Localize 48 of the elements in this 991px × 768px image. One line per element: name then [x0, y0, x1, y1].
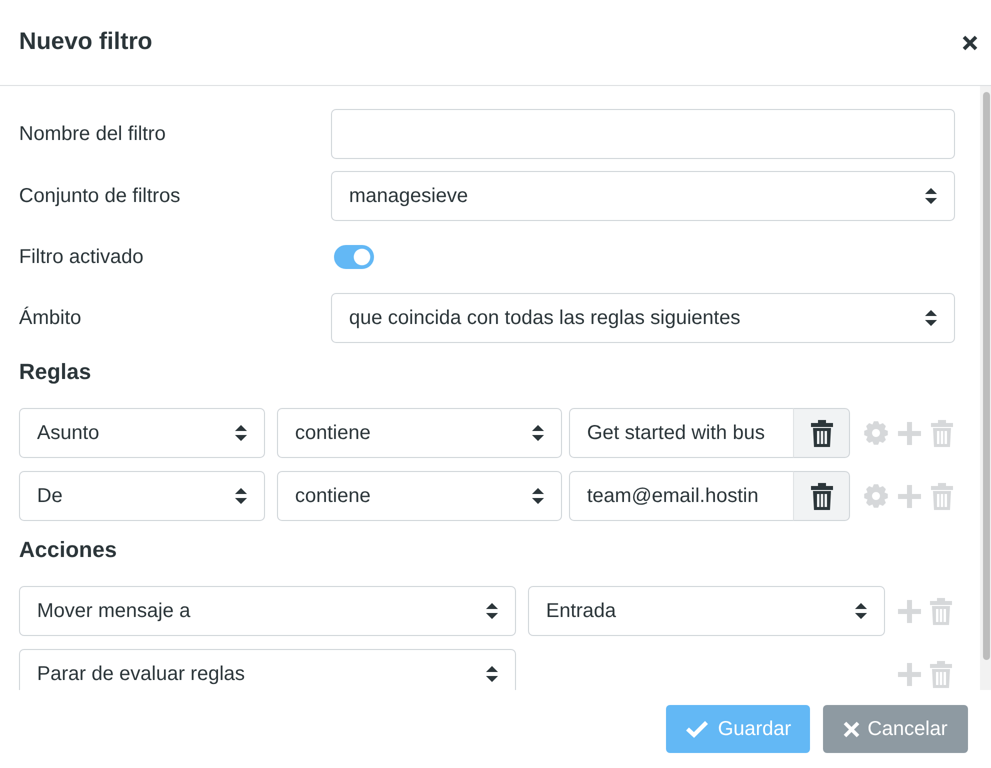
check-icon	[684, 720, 709, 738]
trash-icon[interactable]	[930, 598, 952, 624]
dropdown[interactable]: Parar de evaluar reglas	[19, 649, 516, 690]
sort-icon	[532, 488, 544, 504]
scrollbar[interactable]	[980, 86, 991, 690]
trash-icon[interactable]	[931, 420, 953, 446]
text-field[interactable]: Get started with bus	[569, 408, 794, 458]
field-label: Ámbito	[19, 306, 82, 330]
sort-icon	[486, 603, 498, 619]
toggle-switch[interactable]	[334, 245, 374, 269]
sort-icon	[925, 188, 937, 204]
dropdown[interactable]: Mover mensaje a	[19, 586, 516, 636]
sort-icon	[925, 310, 937, 326]
trash-icon	[810, 482, 832, 510]
delete-button[interactable]	[793, 408, 850, 458]
plus-icon[interactable]	[898, 600, 921, 622]
trash-icon[interactable]	[931, 482, 953, 510]
dropdown[interactable]: De	[19, 471, 265, 521]
dropdown[interactable]: Asunto	[19, 408, 265, 458]
plus-icon[interactable]	[898, 422, 921, 444]
sort-icon	[486, 666, 498, 682]
gear-icon[interactable]	[864, 421, 888, 445]
text-field[interactable]	[331, 109, 955, 159]
trash-icon[interactable]	[930, 660, 952, 688]
dropdown[interactable]: que coincida con todas las reglas siguientes	[331, 293, 955, 343]
field-label: Conjunto de filtros	[19, 184, 182, 208]
sort-icon	[235, 425, 247, 441]
dropdown[interactable]: contiene	[277, 408, 562, 458]
delete-button[interactable]	[793, 471, 850, 521]
text-field[interactable]: team@email.hostin	[569, 471, 794, 521]
section-heading: Acciones	[19, 536, 118, 564]
sort-icon	[235, 488, 247, 504]
close-icon	[843, 720, 860, 738]
trash-icon	[810, 420, 832, 446]
dialog-title: Nuevo filtro	[19, 28, 152, 57]
sort-icon	[855, 603, 867, 619]
scrollbar-thumb[interactable]	[983, 92, 990, 660]
gear-icon[interactable]	[864, 484, 888, 508]
field-label: Filtro activado	[19, 245, 144, 269]
sort-icon	[532, 425, 544, 441]
dropdown[interactable]: Entrada	[528, 586, 885, 636]
close-icon[interactable]	[962, 34, 978, 50]
dropdown[interactable]: managesieve	[331, 171, 955, 221]
section-heading: Reglas	[19, 358, 92, 386]
field-label: Nombre del filtro	[19, 122, 167, 146]
plus-icon[interactable]	[898, 662, 921, 686]
plus-icon[interactable]	[898, 484, 921, 508]
dropdown[interactable]: contiene	[277, 471, 562, 521]
